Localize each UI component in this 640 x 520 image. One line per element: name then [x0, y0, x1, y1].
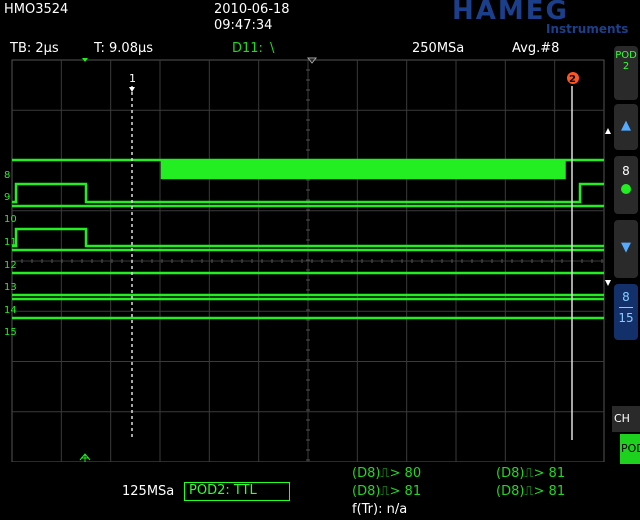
channel-label-8: 8 — [4, 170, 10, 181]
ground-marker-icon — [79, 453, 91, 462]
trace-d8 — [12, 158, 604, 180]
channel-label-10: 10 — [4, 214, 17, 225]
pod-threshold-box[interactable]: POD2: TTL — [184, 482, 290, 501]
pod-tab-label: POD — [621, 442, 640, 455]
pod-tab[interactable]: POD — [620, 434, 640, 464]
channel-select-button[interactable]: 8 — [614, 156, 638, 214]
range-bottom: 15 — [618, 311, 634, 325]
channel-range-button[interactable]: 8 15 — [614, 284, 638, 340]
channel-number: 8 — [622, 164, 630, 178]
channel-label-11: 11 — [4, 237, 17, 248]
channel-label-15: 15 — [4, 327, 17, 338]
range-divider — [619, 307, 633, 308]
right-panel: POD2 ▲ 8 ▼ 8 15 CH POD — [612, 40, 640, 520]
cursor-1-marker[interactable]: 1 — [129, 72, 136, 85]
measurement-3[interactable]: (D8)⎍> 81 — [352, 484, 421, 499]
scroll-down-button[interactable]: ▼ — [614, 220, 638, 278]
pod-sample-rate: 125MSa — [122, 484, 175, 499]
down-arrow-icon: ▼ — [621, 240, 631, 255]
top-range-icon — [605, 128, 611, 134]
scroll-up-button[interactable]: ▲ — [614, 104, 638, 150]
waveform-display[interactable]: 1 2 8 9 10 11 12 13 14 15 — [0, 0, 612, 520]
trigger-frequency: f(Tr): n/a — [352, 502, 408, 517]
measurement-1[interactable]: (D8)⎍> 80 — [352, 466, 421, 481]
channel-on-indicator-icon — [621, 184, 631, 194]
channel-label-9: 9 — [4, 192, 10, 203]
ch-tab[interactable]: CH — [612, 406, 640, 432]
channel-label-13: 13 — [4, 282, 17, 293]
channel-label-12: 12 — [4, 260, 17, 271]
cursor-1-arrow-icon — [129, 87, 135, 92]
range-top: 8 — [622, 290, 630, 304]
measurement-4[interactable]: (D8)⎍> 81 — [496, 484, 565, 499]
bottom-range-icon — [605, 280, 611, 286]
grid — [11, 59, 605, 463]
bottom-bar: 125MSa POD2: TTL (D8)⎍> 80 (D8)⎍> 81 (D8… — [0, 462, 612, 520]
pod-select-button[interactable]: POD2 — [614, 46, 638, 100]
up-arrow-icon: ▲ — [621, 118, 631, 133]
cursor-2-marker[interactable]: 2 — [569, 74, 576, 85]
measurement-2[interactable]: (D8)⎍> 81 — [496, 466, 565, 481]
channel-label-14: 14 — [4, 305, 17, 316]
ch-tab-label: CH — [614, 412, 630, 425]
pod-label: POD2 — [615, 50, 637, 72]
